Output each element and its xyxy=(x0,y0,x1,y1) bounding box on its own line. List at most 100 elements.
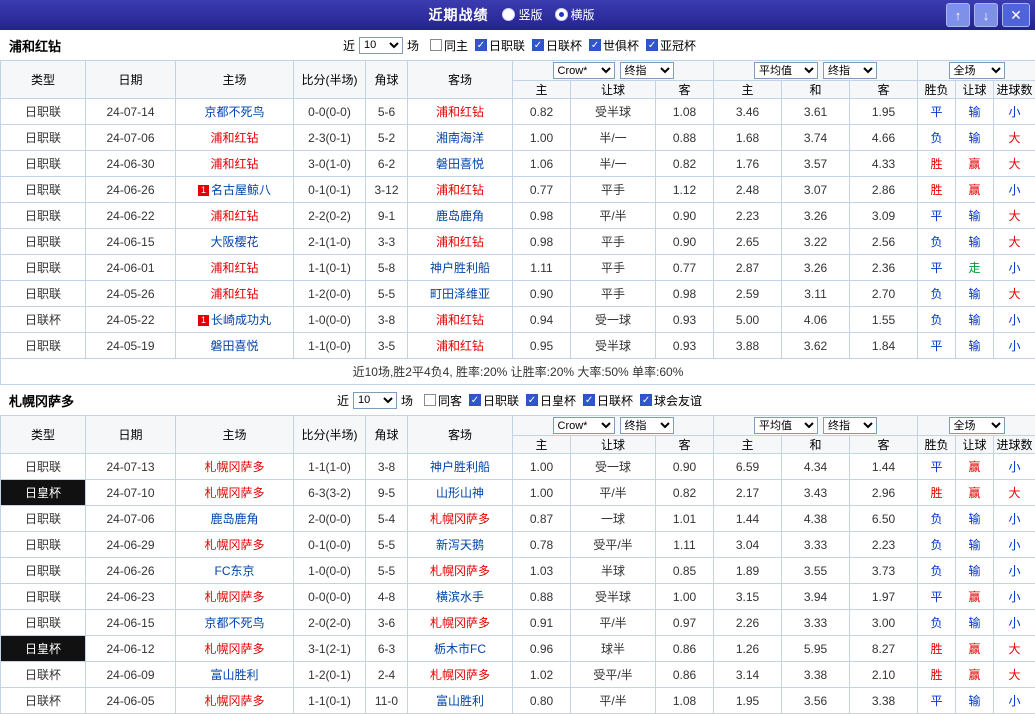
filter-checkbox-日职联[interactable]: ✓日职联 xyxy=(469,392,519,409)
away-team-cell[interactable]: 札幌冈萨多 xyxy=(408,506,513,532)
match-type-cell: 日职联 xyxy=(1,532,86,558)
home-team-name: FC东京 xyxy=(215,564,255,578)
date-cell: 24-05-26 xyxy=(86,281,176,307)
away-odds-cell: 1.08 xyxy=(656,99,714,125)
away-team-cell[interactable]: 浦和红钻 xyxy=(408,99,513,125)
date-cell: 24-06-26 xyxy=(86,558,176,584)
away-team-cell[interactable]: 札幌冈萨多 xyxy=(408,610,513,636)
home-team-cell[interactable]: 浦和红钻 xyxy=(176,151,294,177)
away-team-cell[interactable]: 浦和红钻 xyxy=(408,229,513,255)
away-team-cell[interactable]: 浦和红钻 xyxy=(408,307,513,333)
home-team-cell[interactable]: 京都不死鸟 xyxy=(176,610,294,636)
result-cell: 平 xyxy=(918,454,956,480)
match-row: 日职联24-06-30浦和红钻3-0(1-0)6-2磐田喜悦1.06半/一0.8… xyxy=(1,151,1035,177)
away-team-cell[interactable]: 湘南海洋 xyxy=(408,125,513,151)
home-team-cell[interactable]: 富山胜利 xyxy=(176,662,294,688)
filter-checkbox-日联杯[interactable]: ✓日联杯 xyxy=(532,37,582,54)
home-odds-cell: 1.00 xyxy=(513,454,571,480)
avg-stage-select[interactable]: 终指 xyxy=(823,417,877,434)
home-team-cell[interactable]: 浦和红钻 xyxy=(176,255,294,281)
home-team-cell[interactable]: 札幌冈萨多 xyxy=(176,584,294,610)
handicap-cell: 受一球 xyxy=(571,454,656,480)
scroll-up-button[interactable]: ↑ xyxy=(946,3,970,27)
odds-stage-select[interactable]: 终指 xyxy=(620,417,674,434)
bookmaker-select[interactable]: Crow* xyxy=(553,62,615,79)
average-select[interactable]: 平均值 xyxy=(754,62,818,79)
home-team-cell[interactable]: 1长崎成功丸 xyxy=(176,307,294,333)
away-team-cell[interactable]: 札幌冈萨多 xyxy=(408,662,513,688)
filter-checkbox-球会友谊[interactable]: ✓球会友谊 xyxy=(640,392,702,409)
away-team-cell[interactable]: 神户胜利船 xyxy=(408,255,513,281)
away-team-cell[interactable]: 横滨水手 xyxy=(408,584,513,610)
bookmaker-select[interactable]: Crow* xyxy=(553,417,615,434)
recent-count-select[interactable]: 10 xyxy=(353,392,397,409)
summary-row: 近10场,胜2平4负4, 胜率:20% 让胜率:20% 大率:50% 单率:60… xyxy=(1,359,1035,385)
view-mode-radio-vertical[interactable]: 竖版 xyxy=(502,6,542,23)
date-cell: 24-06-30 xyxy=(86,151,176,177)
filter-checkbox-同主[interactable]: 同主 xyxy=(430,37,468,54)
close-button[interactable]: ✕ xyxy=(1002,3,1030,27)
away-odds-cell: 1.01 xyxy=(656,506,714,532)
result-cell: 负 xyxy=(918,229,956,255)
scope-select[interactable]: 全场 xyxy=(949,62,1005,79)
goals-result-cell: 小 xyxy=(994,99,1035,125)
home-team-cell[interactable]: FC东京 xyxy=(176,558,294,584)
away-team-cell[interactable]: 山形山神 xyxy=(408,480,513,506)
date-cell: 24-06-05 xyxy=(86,688,176,714)
home-team-cell[interactable]: 京都不死鸟 xyxy=(176,99,294,125)
odds-stage-select[interactable]: 终指 xyxy=(620,62,674,79)
away-team-cell[interactable]: 富山胜利 xyxy=(408,688,513,714)
view-mode-radio-horizontal[interactable]: 横版 xyxy=(555,6,595,23)
home-team-cell[interactable]: 浦和红钻 xyxy=(176,281,294,307)
handicap-result-cell: 输 xyxy=(956,558,994,584)
away-odds-cell: 0.86 xyxy=(656,662,714,688)
home-team-cell[interactable]: 札幌冈萨多 xyxy=(176,688,294,714)
date-cell: 24-06-26 xyxy=(86,177,176,203)
away-team-name: 浦和红钻 xyxy=(436,235,484,249)
away-team-cell[interactable]: 新泻天鹅 xyxy=(408,532,513,558)
column-header: 日期 xyxy=(86,416,176,454)
away-team-cell[interactable]: 浦和红钻 xyxy=(408,333,513,359)
average-select[interactable]: 平均值 xyxy=(754,417,818,434)
avg-stage-select[interactable]: 终指 xyxy=(823,62,877,79)
scope-select[interactable]: 全场 xyxy=(949,417,1005,434)
home-team-cell[interactable]: 大阪樱花 xyxy=(176,229,294,255)
away-team-cell[interactable]: 磐田喜悦 xyxy=(408,151,513,177)
avg-away-cell: 3.38 xyxy=(850,688,918,714)
filter-checkbox-日联杯[interactable]: ✓日联杯 xyxy=(583,392,633,409)
away-team-cell[interactable]: 鹿岛鹿角 xyxy=(408,203,513,229)
home-odds-cell: 1.03 xyxy=(513,558,571,584)
filter-checkbox-日职联[interactable]: ✓日职联 xyxy=(475,37,525,54)
home-team-cell[interactable]: 浦和红钻 xyxy=(176,203,294,229)
home-team-cell[interactable]: 札幌冈萨多 xyxy=(176,480,294,506)
away-team-cell[interactable]: 浦和红钻 xyxy=(408,177,513,203)
check-mark-icon: ✓ xyxy=(528,395,536,406)
home-team-cell[interactable]: 浦和红钻 xyxy=(176,125,294,151)
away-team-cell[interactable]: 栃木市FC xyxy=(408,636,513,662)
filter-checkbox-同客[interactable]: 同客 xyxy=(424,392,462,409)
home-team-cell[interactable]: 札幌冈萨多 xyxy=(176,636,294,662)
home-team-cell[interactable]: 磐田喜悦 xyxy=(176,333,294,359)
sub-column-header: 进球数 xyxy=(994,81,1035,99)
date-cell: 24-06-23 xyxy=(86,584,176,610)
match-type-cell: 日职联 xyxy=(1,610,86,636)
home-team-cell[interactable]: 鹿岛鹿角 xyxy=(176,506,294,532)
result-cell: 负 xyxy=(918,558,956,584)
filter-checkbox-亚冠杯[interactable]: ✓亚冠杯 xyxy=(646,37,696,54)
away-team-cell[interactable]: 札幌冈萨多 xyxy=(408,558,513,584)
check-mark-icon: ✓ xyxy=(477,40,485,51)
goals-result-cell: 大 xyxy=(994,281,1035,307)
filter-checkbox-世俱杯[interactable]: ✓世俱杯 xyxy=(589,37,639,54)
corners-cell: 3-5 xyxy=(366,333,408,359)
filter-checkbox-日皇杯[interactable]: ✓日皇杯 xyxy=(526,392,576,409)
home-team-cell[interactable]: 札幌冈萨多 xyxy=(176,454,294,480)
home-odds-cell: 0.98 xyxy=(513,203,571,229)
recent-count-select[interactable]: 10 xyxy=(359,37,403,54)
away-team-cell[interactable]: 神户胜利船 xyxy=(408,454,513,480)
home-team-cell[interactable]: 札幌冈萨多 xyxy=(176,532,294,558)
handicap-result-cell: 输 xyxy=(956,281,994,307)
home-team-cell[interactable]: 1名古屋鲸八 xyxy=(176,177,294,203)
scroll-down-button[interactable]: ↓ xyxy=(974,3,998,27)
away-team-cell[interactable]: 町田泽维亚 xyxy=(408,281,513,307)
avg-draw-cell: 3.62 xyxy=(782,333,850,359)
